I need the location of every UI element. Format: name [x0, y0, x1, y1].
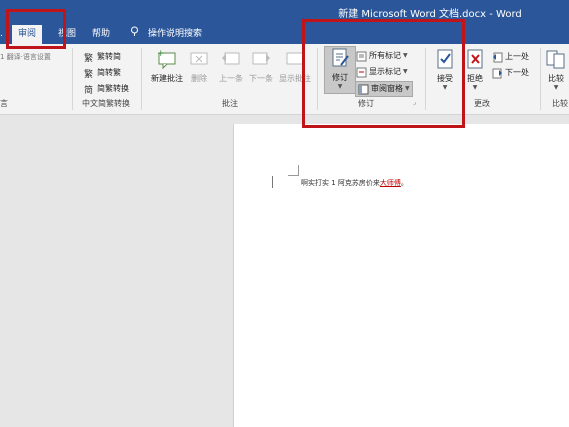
simp-to-trad-label: 简转繁: [97, 68, 121, 77]
next-change-label: 下一处: [505, 68, 529, 77]
simp-to-trad-button[interactable]: 繁 简转繁: [84, 66, 121, 80]
margin-marker: [288, 165, 299, 176]
svg-text:+: +: [157, 49, 165, 59]
next-comment-icon: [252, 52, 270, 65]
changes-group-label: 更改: [474, 99, 490, 108]
new-comment-label: 新建批注: [151, 74, 183, 83]
highlight-box-review-tab: [6, 9, 66, 49]
previous-comment-label: 上一条: [219, 74, 243, 83]
document-text-line[interactable]: 啊实打实 1 阿克苏房价来大师傅。: [301, 178, 408, 188]
chinese-group-label: 中文简繁转换: [82, 99, 130, 108]
reject-icon: [467, 49, 483, 69]
svg-text:繁: 繁: [84, 68, 93, 79]
ribbon-tabs: . 审阅 视图 帮助 操作说明搜索: [0, 22, 569, 44]
svg-text:简: 简: [84, 84, 93, 95]
comments-group-label: 批注: [222, 99, 238, 108]
change-bar: [272, 176, 273, 188]
previous-comment-icon: [222, 52, 240, 65]
compare-button[interactable]: 比较 ▼: [544, 48, 568, 91]
tab-partial-left[interactable]: .: [0, 26, 3, 42]
previous-change-icon: [493, 52, 503, 62]
document-page[interactable]: [233, 124, 569, 427]
delete-comment-icon: [190, 52, 208, 65]
next-change-button[interactable]: 下一处: [492, 66, 529, 80]
chevron-down-icon: ▼: [472, 84, 478, 91]
new-comment-button[interactable]: + 新建批注: [146, 48, 188, 84]
previous-change-label: 上一处: [505, 52, 529, 61]
chevron-down-icon: ▼: [553, 84, 559, 91]
reject-label: 拒绝: [467, 74, 483, 83]
svg-text:繁: 繁: [84, 52, 93, 63]
next-comment-label: 下一条: [249, 74, 273, 83]
delete-comment-label: 删除: [191, 74, 207, 83]
separator: [141, 48, 142, 110]
simp-to-trad-icon: 繁: [84, 68, 93, 79]
inserted-text: 大师傅: [379, 179, 401, 187]
convert-icon: 简: [84, 84, 93, 95]
tab-tell-me[interactable]: 操作说明搜索: [148, 26, 202, 42]
convert-label: 简繁转换: [97, 84, 129, 93]
trad-to-simp-button[interactable]: 繁 繁转简: [84, 50, 121, 64]
compare-group-label: 比较: [552, 99, 568, 108]
next-change-icon: [492, 68, 502, 78]
language-group-label: 言: [0, 99, 8, 108]
trad-to-simp-label: 繁转简: [97, 52, 121, 61]
delete-comment-button[interactable]: 删除: [184, 48, 214, 84]
document-text-end: 。: [400, 179, 408, 187]
title-bar: 新建 Microsoft Word 文档.docx - Word: [0, 0, 569, 22]
search-icon[interactable]: [130, 26, 139, 42]
highlight-box-tracking-group: [302, 19, 465, 128]
compare-label: 比较: [548, 74, 564, 83]
language-partial[interactable]: 1 翻译·语言设置: [0, 50, 51, 64]
document-text: 啊实打实 1 阿克苏房价来: [301, 179, 380, 187]
separator: [540, 48, 541, 110]
reject-button[interactable]: 拒绝 ▼: [461, 48, 489, 91]
new-comment-icon: +: [157, 49, 176, 70]
previous-comment-button[interactable]: 上一条: [214, 48, 248, 84]
compare-icon: [546, 50, 565, 69]
separator: [72, 48, 73, 110]
next-comment-button[interactable]: 下一条: [246, 48, 276, 84]
tab-help[interactable]: 帮助: [92, 26, 110, 42]
window-title: 新建 Microsoft Word 文档.docx - Word: [338, 9, 522, 20]
convert-button[interactable]: 简 简繁转换: [84, 82, 129, 96]
trad-to-simp-icon: 繁: [84, 52, 93, 63]
previous-change-button[interactable]: 上一处: [492, 50, 529, 64]
